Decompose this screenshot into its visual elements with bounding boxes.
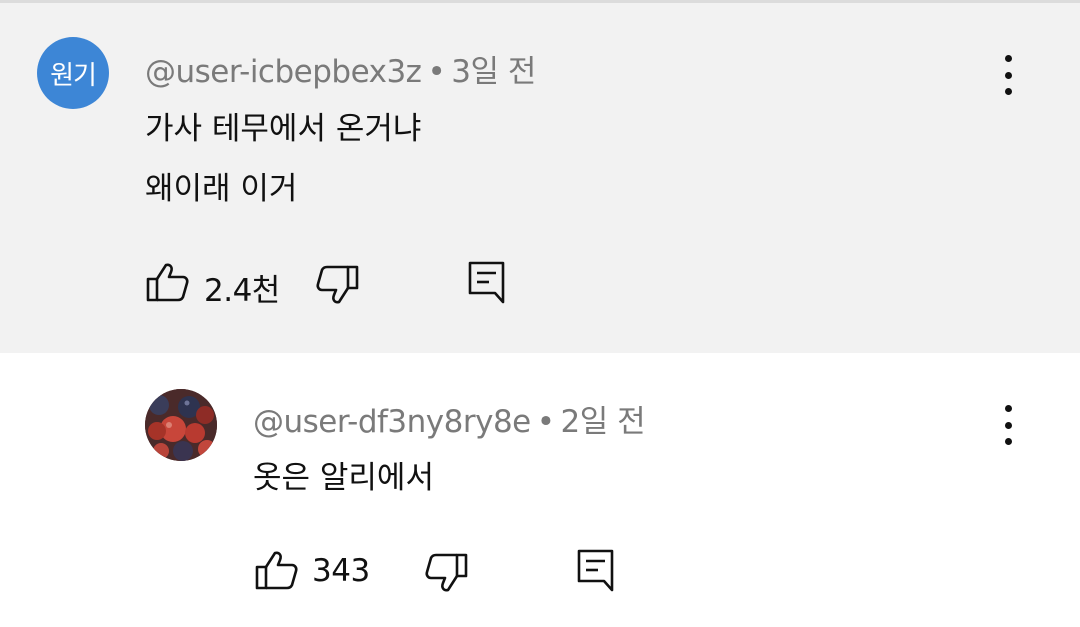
meta-separator: •	[536, 404, 555, 440]
comment-author[interactable]: @user-df3ny8ry8e	[253, 404, 531, 440]
thumbs-up-icon	[255, 551, 298, 590]
like-count: 343	[312, 553, 370, 589]
thumbs-down-icon	[425, 553, 468, 592]
more-options-button[interactable]	[993, 403, 1023, 447]
reply-button[interactable]	[467, 260, 507, 308]
comment-author[interactable]: @user-icbepbex3z	[145, 54, 422, 90]
like-count: 2.4천	[204, 273, 280, 309]
reply-comment-icon	[468, 261, 505, 304]
like-button[interactable]	[255, 550, 299, 594]
comment-text-line: 옷은 알리에서	[253, 460, 434, 496]
thumbs-up-icon	[146, 263, 189, 302]
comment-time[interactable]: 2일 전	[561, 404, 646, 440]
avatar[interactable]	[145, 389, 217, 461]
comment-text-line: 가사 테무에서 온거냐	[145, 111, 422, 147]
dislike-button[interactable]	[424, 553, 468, 597]
avatar-label: 원기	[50, 60, 97, 91]
berries-photo-avatar	[145, 389, 217, 461]
avatar[interactable]: 원기	[37, 37, 109, 109]
meta-separator: •	[427, 54, 446, 90]
comment-meta: @user-icbepbex3z • 3일 전	[145, 46, 536, 91]
thumbs-down-icon	[316, 265, 359, 304]
more-vertical-icon	[1004, 55, 1012, 62]
like-button[interactable]	[146, 262, 190, 306]
reply-comment-icon	[577, 549, 614, 592]
comment-meta: @user-df3ny8ry8e • 2일 전	[253, 396, 646, 441]
dislike-button[interactable]	[315, 265, 359, 309]
reply-button[interactable]	[576, 548, 616, 596]
more-options-button[interactable]	[993, 53, 1023, 97]
more-vertical-icon	[1004, 405, 1012, 412]
comment-text-line: 왜이래 이거	[145, 171, 298, 207]
comment-time[interactable]: 3일 전	[451, 54, 536, 90]
